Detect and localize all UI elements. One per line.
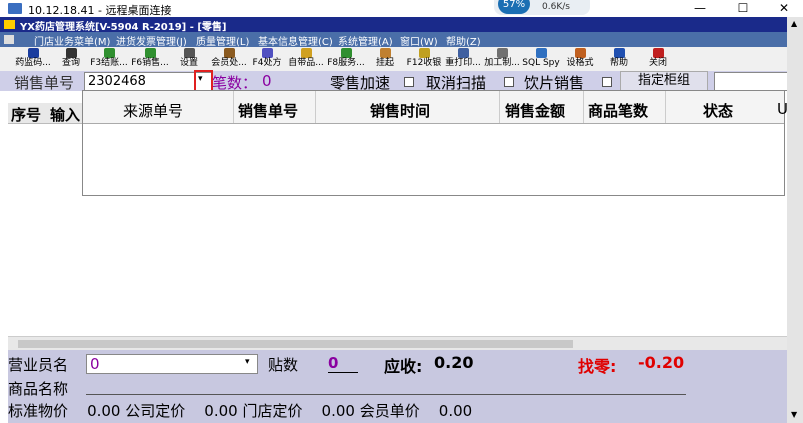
sale-form-bar: 销售单号 2302468 ▾ 笔数： 0 零售加速 取消扫描 饮片销售 指定柜组 [0,70,788,96]
binoculars-icon [65,48,77,58]
sql-icon [535,48,547,58]
col-sale-amount: 销售金额 [505,102,566,120]
scrollbar-thumb[interactable] [18,340,573,348]
toolbar-btn-format[interactable]: 设格式 [561,47,599,71]
format-icon [574,48,586,58]
product-name-label: 商品名称 [8,380,69,398]
stickers-value[interactable]: 0 [328,354,358,373]
sales-icon [144,48,156,58]
horizontal-scrollbar[interactable] [8,336,787,351]
toolbar-btn-sales[interactable]: F6销售... [131,47,169,71]
close-button[interactable]: ✕ [764,0,803,17]
chevron-down-icon[interactable]: ▾ [198,74,203,84]
menu-quality[interactable]: 质量管理(L) [196,33,249,48]
sale-no-combobox[interactable]: 2302468 [84,72,212,91]
toolbar-btn-cashier[interactable]: F12收银 [405,47,443,71]
clerk-value: 0 [90,355,100,373]
count-value: 0 [262,72,272,90]
toolbar-btn-prescription[interactable]: F4处方 [248,47,286,71]
sale-no-value: 2302468 [88,74,146,89]
network-overlay: 57% 0.6K/s [494,0,590,15]
col-item-count: 商品笔数 [588,102,649,120]
printer-icon [457,48,469,58]
scroll-down-icon[interactable]: ▼ [791,410,797,419]
app-icon [4,20,15,29]
rdp-title-text: 10.12.18.41 - 远程桌面连接 [28,4,172,17]
rdp-titlebar: 10.12.18.41 - 远程桌面连接 — ☐ ✕ [0,0,803,18]
change-label: 找零: [578,357,617,376]
header-input: 输入 [50,106,81,124]
clerk-label: 营业员名 [8,356,69,374]
col-sale-no: 销售单号 [238,102,299,120]
app-menu-icon[interactable] [4,35,14,44]
col-sale-time: 销售时间 [370,102,431,120]
counter-group-input[interactable] [714,72,788,91]
prescription-icon [261,48,273,58]
settings-icon [183,48,195,58]
menu-basic-info[interactable]: 基本信息管理(C) [258,33,333,48]
source-order-dropdown[interactable]: 来源单号 销售单号 销售时间 销售金额 商品笔数 状态 U [82,90,788,196]
remote-desktop-icon [8,3,22,14]
menubar: 门店业务菜单(M) 进货发票管理(J) 质量管理(L) 基本信息管理(C) 系统… [0,32,787,48]
toolbar-btn-member[interactable]: 会员处... [210,47,248,71]
col-status: 状态 [703,102,734,120]
barcode-icon [27,48,39,58]
grid-header-left: 序号 输入 [8,103,84,124]
toolbar-btn-checkout[interactable]: F3结账... [90,47,128,71]
toolbar-btn-own-goods[interactable]: 自带品... [287,47,325,71]
menu-invoice[interactable]: 进货发票管理(J) [116,33,187,48]
menu-window[interactable]: 窗口(W) [400,33,438,48]
toolbar-btn-hold[interactable]: 挂起 [366,47,404,71]
menu-help[interactable]: 帮助(Z) [446,33,481,48]
menu-store[interactable]: 门店业务菜单(M) [34,33,110,48]
menu-system[interactable]: 系统管理(A) [338,33,393,48]
checkout-icon [103,48,115,58]
clerk-combobox[interactable]: 0 ▾ [86,354,258,374]
dropdown-header: 来源单号 销售单号 销售时间 销售金额 商品笔数 状态 U [83,91,788,124]
minimize-button[interactable]: — [680,0,720,17]
network-speed: 0.6K/s [542,2,570,12]
vertical-scrollbar[interactable]: ▲ ▼ [787,17,803,423]
pieces-sale-checkbox[interactable] [602,77,612,87]
header-index: 序号 [11,106,42,124]
sale-no-label: 销售单号 [14,74,75,92]
close-icon [652,48,664,58]
app-title-text: YX药店管理系统[V-5904 R-2019] - [零售] [20,22,227,33]
cashier-icon [418,48,430,58]
change-value: -0.20 [638,353,685,372]
toolbar: 药监码... 查询 F3结账... F6销售... 设置 会员处... F4处方… [0,47,787,72]
toolbar-btn-close[interactable]: 关闭 [639,47,677,71]
service-icon [340,48,352,58]
toolbar-btn-query[interactable]: 查询 [52,47,90,71]
help-icon [613,48,625,58]
fast-sale-checkbox[interactable] [404,77,414,87]
toolbar-btn-help[interactable]: 帮助 [600,47,638,71]
scroll-up-icon[interactable]: ▲ [791,19,797,28]
hold-icon [379,48,391,58]
app-titlebar: YX药店管理系统[V-5904 R-2019] - [零售] [0,17,787,33]
processing-icon [496,48,508,58]
member-icon [223,48,235,58]
cancel-scan-checkbox[interactable] [504,77,514,87]
stickers-label: 贴数 [268,356,299,374]
totals-panel: 营业员名 0 ▾ 贴数 0 应收: 0.20 找零: -0.20 商品名称 标准… [8,350,787,423]
own-goods-icon [300,48,312,58]
toolbar-btn-drugcode[interactable]: 药监码... [14,47,52,71]
percent-badge: 57% [498,0,530,14]
toolbar-btn-processing[interactable]: 加工制... [483,47,521,71]
toolbar-btn-reprint[interactable]: 重打印... [444,47,482,71]
col-source-no: 来源单号 [123,102,184,120]
chevron-down-icon[interactable]: ▾ [245,357,250,367]
toolbar-btn-settings[interactable]: 设置 [170,47,208,71]
counter-group-button[interactable]: 指定柜组 [620,71,708,91]
price-row: 标准物价 0.00 公司定价 0.00 门店定价 0.00 会员单价 0.00 [8,402,473,420]
maximize-button[interactable]: ☐ [723,0,763,17]
toolbar-btn-service[interactable]: F8服务... [327,47,365,71]
product-name-underline [86,394,686,395]
receivable-value: 0.20 [434,353,474,372]
toolbar-btn-sqlspy[interactable]: SQL Spy [522,47,560,71]
receivable-label: 应收: [384,357,423,376]
